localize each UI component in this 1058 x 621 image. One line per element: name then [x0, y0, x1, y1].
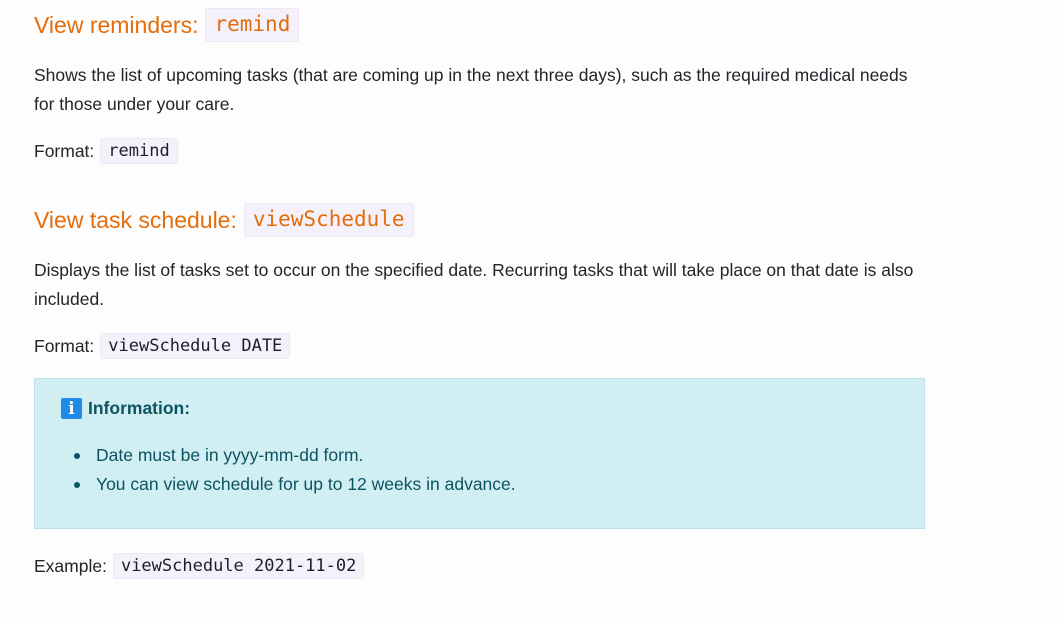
info-callout-title: i Information:	[61, 398, 190, 419]
reminders-format: Format: remind	[34, 136, 178, 166]
heading-text: View task schedule:	[34, 206, 237, 233]
heading-view-task-schedule: View task schedule: viewSchedule	[34, 203, 414, 237]
info-callout: i Information: Date must be in yyyy-mm-d…	[34, 378, 925, 529]
info-icon: i	[61, 398, 82, 419]
reminders-description: Shows the list of upcoming tasks (that a…	[34, 65, 908, 114]
heading-text: View reminders:	[34, 11, 199, 38]
heading-command-code: viewSchedule	[243, 203, 414, 237]
list-item: You can view schedule for up to 12 weeks…	[71, 470, 516, 499]
example-code: viewSchedule 2021-11-02	[112, 552, 365, 580]
heading-view-reminders: View reminders: remind	[34, 8, 300, 42]
list-item: Date must be in yyyy-mm-dd form.	[71, 441, 516, 470]
heading-command-code: remind	[205, 8, 300, 42]
format-code: viewSchedule DATE	[100, 332, 291, 360]
info-list: Date must be in yyyy-mm-dd form. You can…	[71, 441, 516, 499]
info-title-text: Information:	[88, 398, 191, 418]
format-label: Format:	[34, 140, 95, 161]
format-label: Format:	[34, 335, 95, 356]
format-code: remind	[100, 137, 178, 165]
schedule-example: Example: viewSchedule 2021-11-02	[34, 551, 365, 581]
example-label: Example:	[34, 555, 107, 576]
schedule-format: Format: viewSchedule DATE	[34, 331, 291, 361]
schedule-description: Displays the list of tasks set to occur …	[34, 260, 914, 309]
